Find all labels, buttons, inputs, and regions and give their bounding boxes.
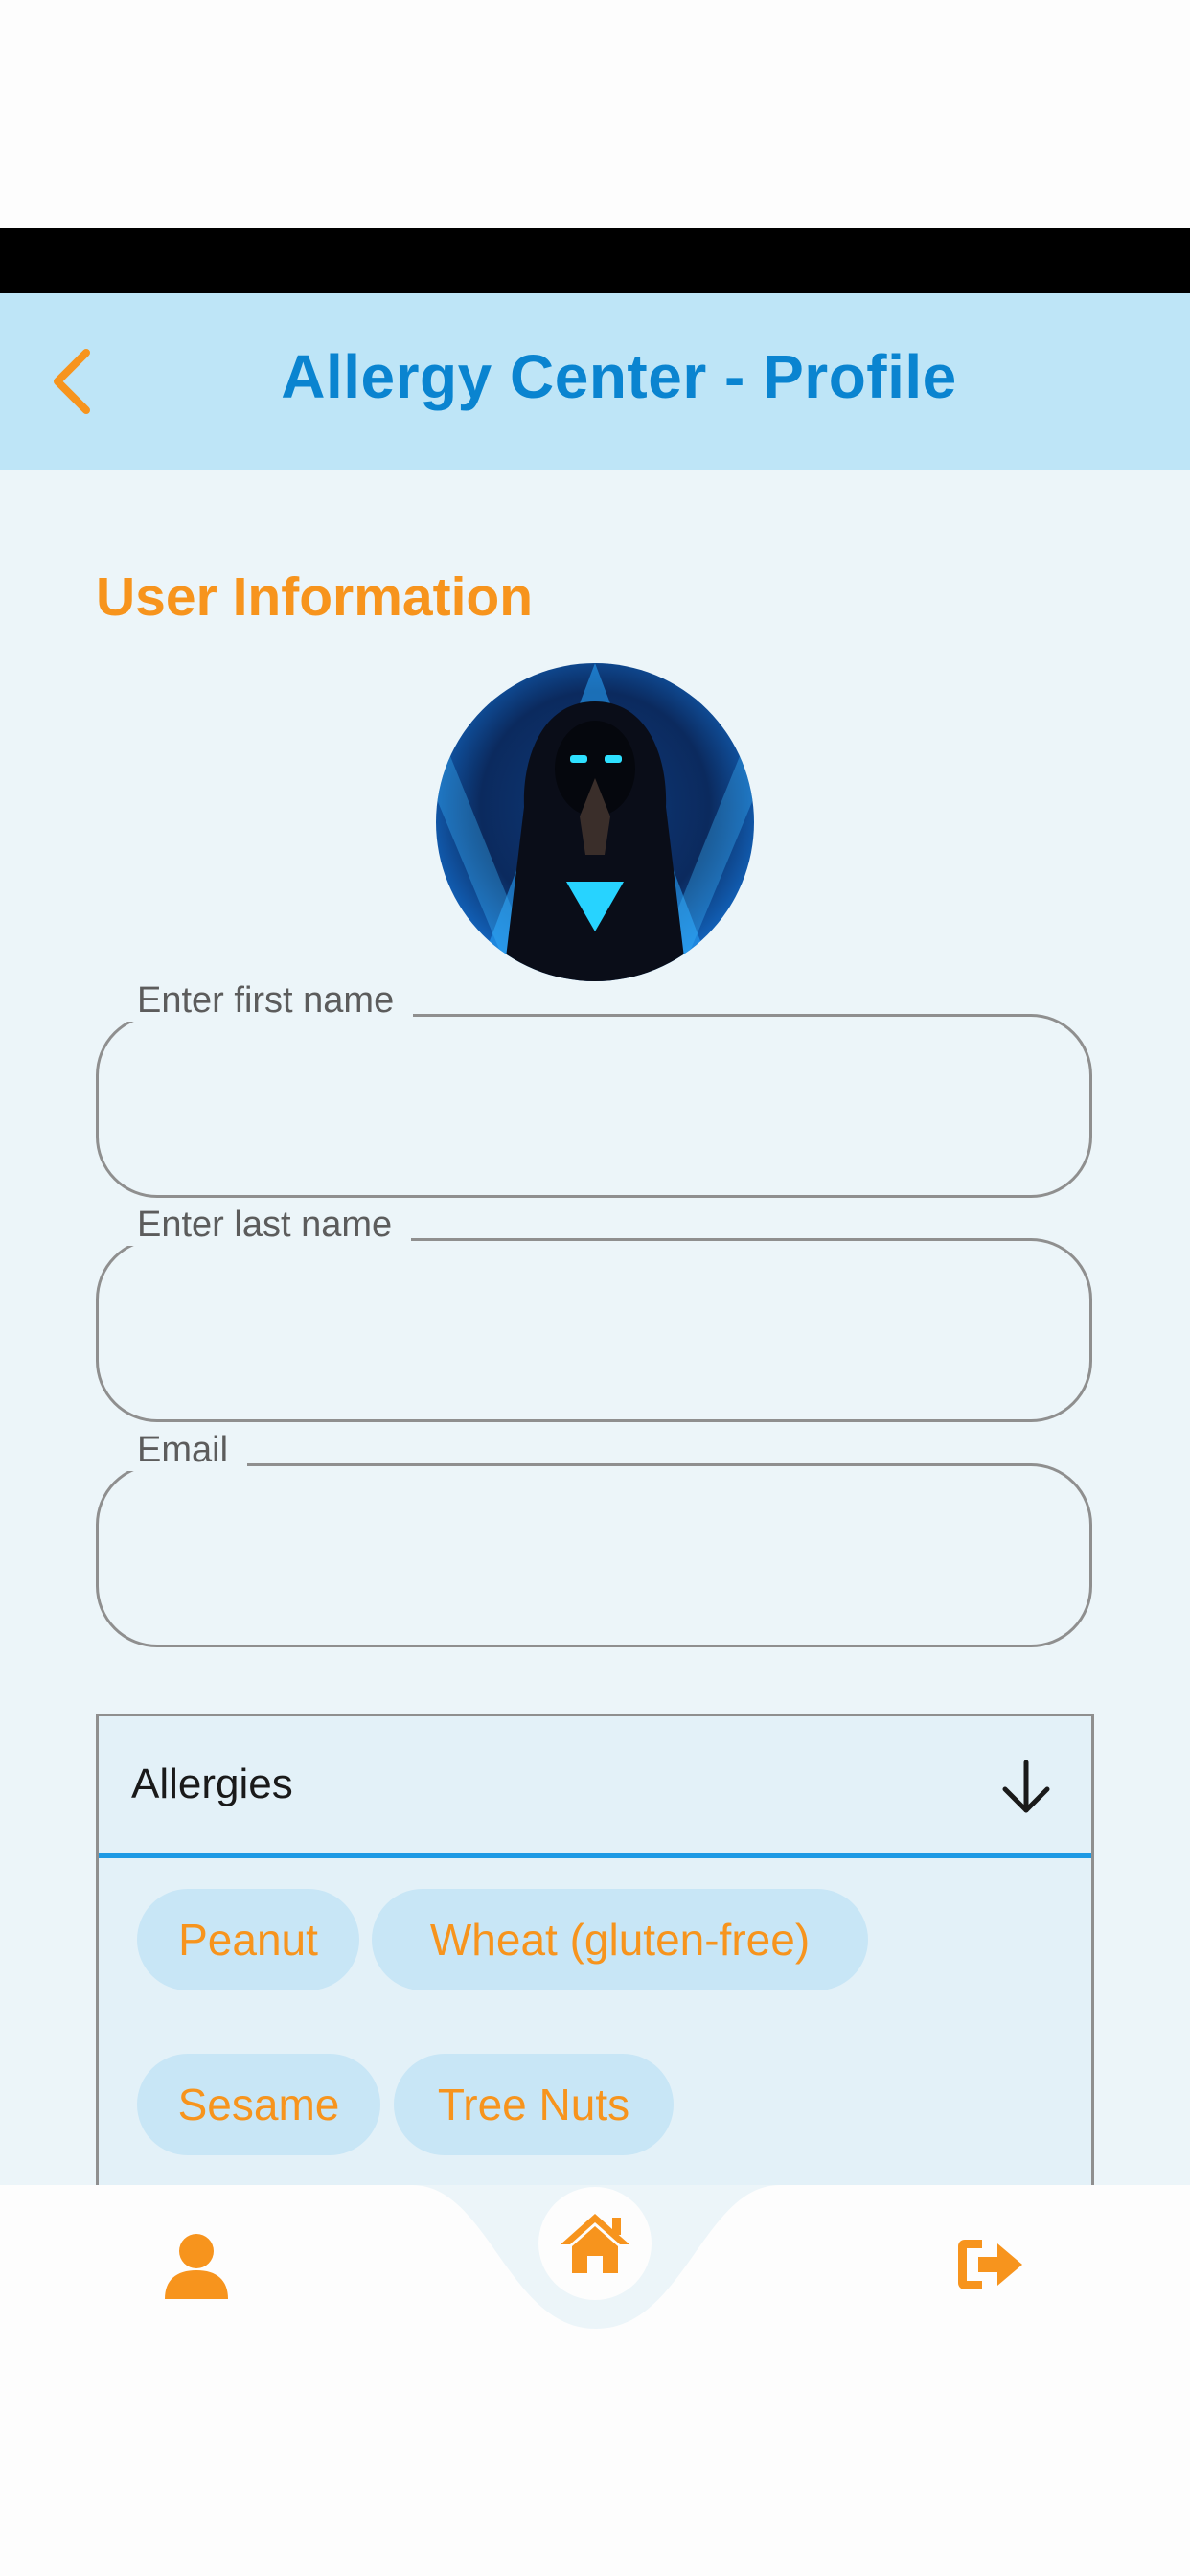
allergies-label: Allergies <box>131 1760 293 1807</box>
home-icon <box>561 2214 629 2273</box>
top-spacer <box>0 0 1190 228</box>
page-title: Allergy Center - Profile <box>281 342 957 411</box>
allergy-chip-sesame[interactable]: Sesame <box>137 2054 380 2155</box>
profile-content: User Information Enter first name Enter … <box>0 470 1190 2185</box>
first-name-field[interactable]: Enter first name <box>96 980 1092 1198</box>
avatar[interactable] <box>436 663 754 981</box>
first-name-label: Enter first name <box>118 980 414 1022</box>
hooded-figure-avatar <box>436 663 754 981</box>
app-bar: Allergy Center - Profile <box>0 293 1190 470</box>
allergies-dropdown: Allergies Peanut Wheat (gluten-free) Ses… <box>96 1714 1094 2185</box>
last-name-label: Enter last name <box>118 1205 412 1246</box>
nav-logout-button[interactable] <box>947 2221 1033 2308</box>
nav-home-button[interactable] <box>538 2187 652 2300</box>
status-bar <box>0 228 1190 293</box>
last-name-input[interactable] <box>147 1308 1013 1368</box>
allergy-chip-peanut[interactable]: Peanut <box>137 1889 359 1990</box>
bottom-navigation <box>0 2185 1190 2576</box>
first-name-input[interactable] <box>147 1084 1013 1143</box>
email-field[interactable]: Email <box>96 1430 1092 1647</box>
last-name-field[interactable]: Enter last name <box>96 1205 1092 1422</box>
section-title: User Information <box>96 566 534 628</box>
allergy-chip-tree-nuts[interactable]: Tree Nuts <box>394 2054 674 2155</box>
email-input[interactable] <box>147 1533 1013 1593</box>
nav-profile-button[interactable] <box>153 2223 240 2310</box>
arrow-down-icon <box>1002 1760 1050 1813</box>
email-label: Email <box>118 1430 248 1471</box>
logout-icon <box>958 2240 1022 2289</box>
allergies-dropdown-header[interactable]: Allergies <box>99 1716 1091 1858</box>
allergy-chip-wheat[interactable]: Wheat (gluten-free) <box>372 1889 868 1990</box>
user-icon <box>165 2234 228 2299</box>
